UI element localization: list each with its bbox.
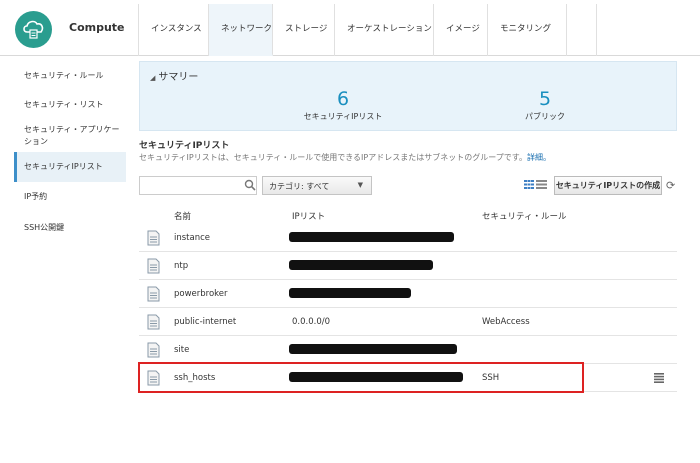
sidebar-item-security-rules[interactable]: セキュリティ・ルール bbox=[14, 70, 126, 82]
section-title: セキュリティIPリスト bbox=[139, 141, 230, 151]
row-name: site bbox=[174, 345, 190, 355]
redacted-ip-list bbox=[289, 344, 457, 354]
details-link[interactable]: 詳細。 bbox=[527, 153, 551, 162]
create-ip-list-button[interactable]: セキュリティIPリストの作成 bbox=[554, 176, 662, 195]
column-header-security-rule[interactable]: セキュリティ・ルール bbox=[482, 210, 567, 222]
main-tabs: インスタンス ネットワーク ストレージ オーケストレーション イメージ モニタリ… bbox=[138, 4, 597, 56]
stat-public-value: 5 bbox=[538, 88, 552, 110]
column-header-name[interactable]: 名前 bbox=[174, 210, 191, 222]
document-icon bbox=[147, 314, 160, 330]
table-row[interactable]: public-internet 0.0.0.0/0 WebAccess bbox=[139, 308, 677, 336]
sidebar-item-security-applications[interactable]: セキュリティ・アプリケーション bbox=[14, 124, 126, 148]
sidebar-item-ip-reservations[interactable]: IP予約 bbox=[14, 191, 126, 203]
search-input[interactable] bbox=[139, 176, 257, 195]
summary-panel: ◢ サマリー 6 セキュリティIPリスト 5 パブリック bbox=[139, 61, 677, 131]
category-select-label: カテゴリ: すべて bbox=[269, 182, 330, 191]
sidebar-item-ssh-keys[interactable]: SSH公開鍵 bbox=[14, 222, 126, 234]
top-bar: Compute インスタンス ネットワーク ストレージ オーケストレーション イ… bbox=[0, 0, 700, 56]
search-icon[interactable] bbox=[244, 179, 256, 191]
row-ip-list: 0.0.0.0/0 bbox=[292, 317, 331, 327]
tab-images[interactable]: イメージ bbox=[434, 4, 488, 56]
row-rule: WebAccess bbox=[482, 317, 530, 327]
row-name: ntp bbox=[174, 261, 189, 271]
column-header-ip-list[interactable]: IPリスト bbox=[292, 210, 325, 222]
tab-storage[interactable]: ストレージ bbox=[273, 4, 335, 56]
row-name: instance bbox=[174, 233, 211, 243]
tab-orchestration[interactable]: オーケストレーション bbox=[335, 4, 434, 56]
collapse-triangle-icon[interactable]: ◢ bbox=[150, 74, 155, 82]
table-row[interactable]: instance bbox=[139, 224, 677, 252]
chevron-down-icon: ▼ bbox=[357, 181, 363, 189]
section-description-text: セキュリティIPリストは、セキュリティ・ルールで使用できるIPアドレスまたはサブ… bbox=[139, 153, 527, 162]
stat-public-label: パブリック bbox=[525, 112, 565, 121]
refresh-icon[interactable]: ⟳ bbox=[666, 179, 675, 192]
sidebar-item-security-ip-lists[interactable]: セキュリティIPリスト bbox=[14, 152, 126, 182]
category-select[interactable]: カテゴリ: すべて ▼ bbox=[262, 176, 372, 195]
sidebar-item-security-lists[interactable]: セキュリティ・リスト bbox=[14, 99, 126, 111]
tab-monitoring[interactable]: モニタリング bbox=[488, 4, 567, 56]
tab-network[interactable]: ネットワーク bbox=[209, 4, 273, 56]
row-menu-icon[interactable] bbox=[654, 373, 664, 383]
row-highlight-box bbox=[138, 362, 584, 393]
table-row[interactable]: site bbox=[139, 336, 677, 364]
row-name: powerbroker bbox=[174, 289, 228, 299]
row-name: public-internet bbox=[174, 317, 237, 327]
table-row[interactable]: powerbroker bbox=[139, 280, 677, 308]
app-title: Compute bbox=[69, 21, 125, 34]
list-view-icon[interactable] bbox=[536, 180, 547, 189]
document-icon bbox=[147, 230, 160, 246]
stat-public: 5 パブリック bbox=[500, 88, 590, 122]
summary-header[interactable]: ◢ サマリー bbox=[150, 68, 198, 83]
grid-view-icon[interactable] bbox=[524, 180, 534, 189]
stat-ip-lists-label: セキュリティIPリスト bbox=[303, 112, 383, 121]
tab-instances[interactable]: インスタンス bbox=[139, 4, 209, 56]
compute-logo[interactable] bbox=[15, 11, 52, 48]
summary-title: サマリー bbox=[158, 72, 199, 83]
document-icon bbox=[147, 342, 160, 358]
document-icon bbox=[147, 286, 160, 302]
redacted-ip-list bbox=[289, 232, 454, 242]
tab-empty[interactable] bbox=[567, 4, 597, 56]
redacted-ip-list bbox=[289, 288, 411, 298]
document-icon bbox=[147, 258, 160, 274]
table-row[interactable]: ntp bbox=[139, 252, 677, 280]
stat-ip-lists: 6 セキュリティIPリスト bbox=[288, 88, 398, 122]
redacted-ip-list bbox=[289, 260, 433, 270]
cloud-server-icon bbox=[23, 20, 44, 39]
section-description: セキュリティIPリストは、セキュリティ・ルールで使用できるIPアドレスまたはサブ… bbox=[139, 152, 551, 163]
stat-ip-lists-value: 6 bbox=[336, 88, 350, 110]
